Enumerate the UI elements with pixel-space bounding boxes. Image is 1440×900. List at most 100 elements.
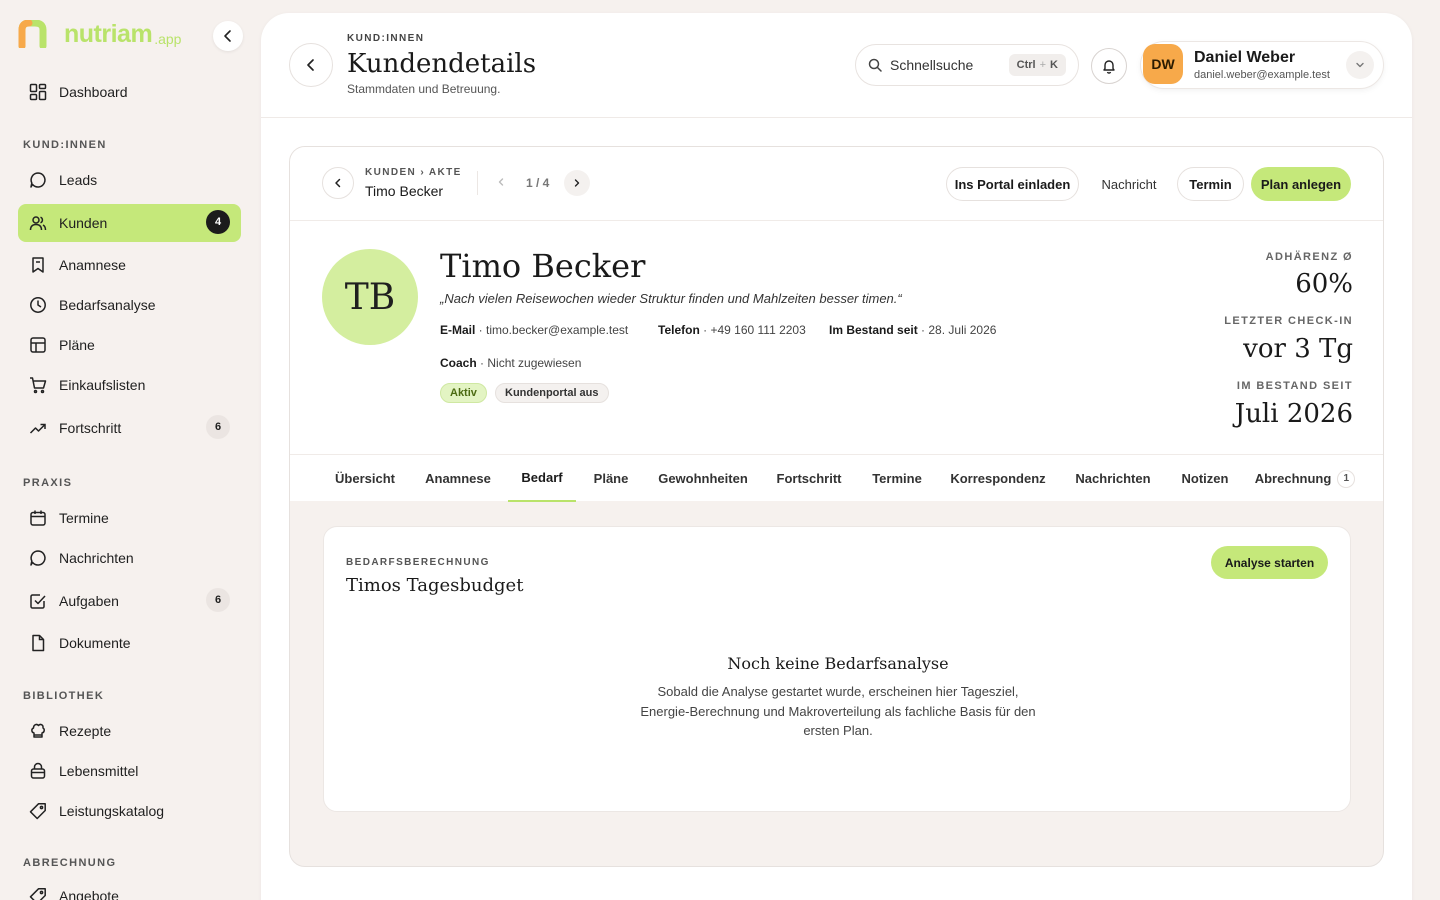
sidebar-item-leistungskatalog[interactable]: Leistungskatalog: [18, 792, 241, 830]
phone-label: Telefon: [658, 323, 700, 337]
customer-email[interactable]: E-Mail · timo.becker@example.test: [440, 323, 628, 337]
user-name: Daniel Weber: [1194, 49, 1296, 66]
user-menu-toggle[interactable]: [1346, 51, 1374, 79]
brand-logo[interactable]: nutriam .app: [18, 20, 181, 48]
bookmark-icon: [28, 255, 48, 275]
next-record-button[interactable]: [564, 170, 590, 196]
customer-phone[interactable]: Telefon · +49 160 111 2203: [658, 323, 806, 337]
sidebar-item-label: Leistungskatalog: [59, 803, 165, 819]
page-subtitle: Stammdaten und Betreuung.: [347, 82, 501, 96]
shortcut-key: K: [1050, 59, 1058, 71]
dashboard-icon: [28, 82, 48, 102]
divider: [477, 171, 478, 195]
create-plan-button[interactable]: Plan anlegen: [1251, 167, 1351, 201]
sidebar-item-termine[interactable]: Termine: [18, 499, 241, 537]
avatar: DW: [1143, 44, 1183, 84]
section-label-abrechnung: ABRECHNUNG: [23, 857, 117, 869]
sidebar-item-kunden[interactable]: Kunden 4: [18, 204, 241, 242]
sidebar-item-label: Termine: [59, 510, 109, 526]
record-back-button[interactable]: [322, 167, 354, 199]
tab-bedarf[interactable]: Bedarf: [508, 455, 576, 502]
sidebar-item-dashboard[interactable]: Dashboard: [18, 73, 241, 111]
back-button[interactable]: [289, 43, 333, 87]
sidebar-item-label: Anamnese: [59, 257, 126, 273]
customer-coach: Coach · Nicht zugewiesen: [440, 356, 581, 370]
calendar-icon: [28, 508, 48, 528]
record-toolbar: KUNDEN › AKTE Timo Becker 1 / 4 Ins Port…: [290, 147, 1383, 221]
separator: ·: [475, 323, 487, 337]
breadcrumb: KUNDEN › AKTE: [365, 167, 462, 178]
search-input[interactable]: [890, 57, 1000, 73]
tab-termine[interactable]: Termine: [858, 455, 936, 502]
sidebar-item-angebote[interactable]: Angebote: [18, 877, 241, 900]
coach-label: Coach: [440, 356, 477, 370]
quick-search[interactable]: Ctrl + K: [855, 44, 1079, 86]
sidebar-item-label: Angebote: [59, 888, 119, 900]
coach-value: Nicht zugewiesen: [487, 356, 582, 370]
sidebar-item-lebensmittel[interactable]: Lebensmittel: [18, 752, 241, 790]
user-email: daniel.weber@example.test: [1194, 69, 1330, 81]
count-badge: 4: [206, 210, 230, 234]
tab-anamnese[interactable]: Anamnese: [414, 455, 502, 502]
start-analysis-button[interactable]: Analyse starten: [1211, 546, 1328, 579]
record-name: Timo Becker: [365, 183, 444, 199]
sidebar-item-bedarfsanalyse[interactable]: Bedarfsanalyse: [18, 286, 241, 324]
sidebar-item-aufgaben[interactable]: Aufgaben 6: [18, 582, 241, 620]
email-value: timo.becker@example.test: [486, 323, 629, 337]
empty-state-title: Noch keine Bedarfsanalyse: [727, 654, 949, 673]
chat-bubble-icon: [28, 170, 48, 190]
sidebar-item-plaene[interactable]: Pläne: [18, 326, 241, 364]
checkbox-icon: [28, 591, 48, 611]
chef-hat-icon: [28, 721, 48, 741]
user-menu[interactable]: DW Daniel Weber daniel.weber@example.tes…: [1140, 41, 1384, 89]
sidebar-item-einkaufslisten[interactable]: Einkaufslisten: [18, 366, 241, 404]
adherence-value: 60%: [1295, 269, 1353, 299]
tab-fortschritt[interactable]: Fortschritt: [766, 455, 852, 502]
collapse-sidebar-button[interactable]: [213, 21, 243, 51]
tab-gewohnheiten[interactable]: Gewohnheiten: [646, 455, 760, 502]
separator: ·: [699, 323, 711, 337]
main-panel: KUND:INNEN Kundendetails Stammdaten und …: [261, 13, 1412, 900]
brand-suffix: .app: [154, 31, 182, 47]
page-header: KUND:INNEN Kundendetails Stammdaten und …: [261, 13, 1412, 118]
record-pager: 1 / 4: [526, 176, 550, 190]
sidebar-item-rezepte[interactable]: Rezepte: [18, 712, 241, 750]
customer-since: Im Bestand seit · 28. Juli 2026: [829, 323, 996, 337]
tab-uebersicht[interactable]: Übersicht: [322, 455, 408, 502]
sidebar-item-anamnese[interactable]: Anamnese: [18, 246, 241, 284]
separator: ·: [917, 323, 929, 337]
sidebar-item-fortschritt[interactable]: Fortschritt 6: [18, 409, 241, 447]
nutriam-logo-icon: [18, 20, 47, 48]
portal-status-badge: Kundenportal aus: [495, 383, 609, 403]
sidebar-item-dokumente[interactable]: Dokumente: [18, 624, 241, 662]
shortcut-ctrl: Ctrl: [1016, 59, 1036, 71]
document-icon: [28, 633, 48, 653]
tab-notizen[interactable]: Notizen: [1172, 455, 1238, 502]
sidebar-item-label: Leads: [59, 172, 98, 188]
last-checkin-label: LETZTER CHECK-IN: [1224, 315, 1353, 327]
keyboard-shortcut: Ctrl + K: [1008, 54, 1066, 76]
search-icon: [868, 58, 882, 72]
shopping-bag-icon: [28, 761, 48, 781]
notifications-button[interactable]: [1091, 48, 1127, 84]
tag-icon: [28, 886, 48, 900]
message-button[interactable]: Nachricht: [1090, 167, 1168, 201]
sidebar-item-label: Rezepte: [59, 723, 112, 739]
page-title: Kundendetails: [347, 49, 537, 79]
status-badge: Aktiv: [440, 383, 487, 403]
empty-state-text: Sobald die Analyse gestartet wurde, ersc…: [640, 684, 1036, 738]
previous-record-button[interactable]: [489, 170, 513, 194]
tab-plaene[interactable]: Pläne: [582, 455, 640, 502]
section-label-kunden: KUND:INNEN: [23, 139, 107, 151]
bell-icon: [1103, 60, 1115, 74]
chevron-down-icon: [1356, 62, 1364, 68]
tab-nachrichten[interactable]: Nachrichten: [1060, 455, 1166, 502]
section-label-praxis: PRAXIS: [23, 477, 73, 489]
appointment-button[interactable]: Termin: [1177, 167, 1244, 201]
since-label: Im Bestand seit: [829, 323, 918, 337]
tab-abrechnung[interactable]: Abrechnung 1: [1244, 455, 1366, 502]
invite-portal-button[interactable]: Ins Portal einladen: [946, 167, 1079, 201]
sidebar-item-nachrichten[interactable]: Nachrichten: [18, 539, 241, 577]
tab-korrespondenz[interactable]: Korrespondenz: [942, 455, 1054, 502]
sidebar-item-leads[interactable]: Leads: [18, 161, 241, 199]
